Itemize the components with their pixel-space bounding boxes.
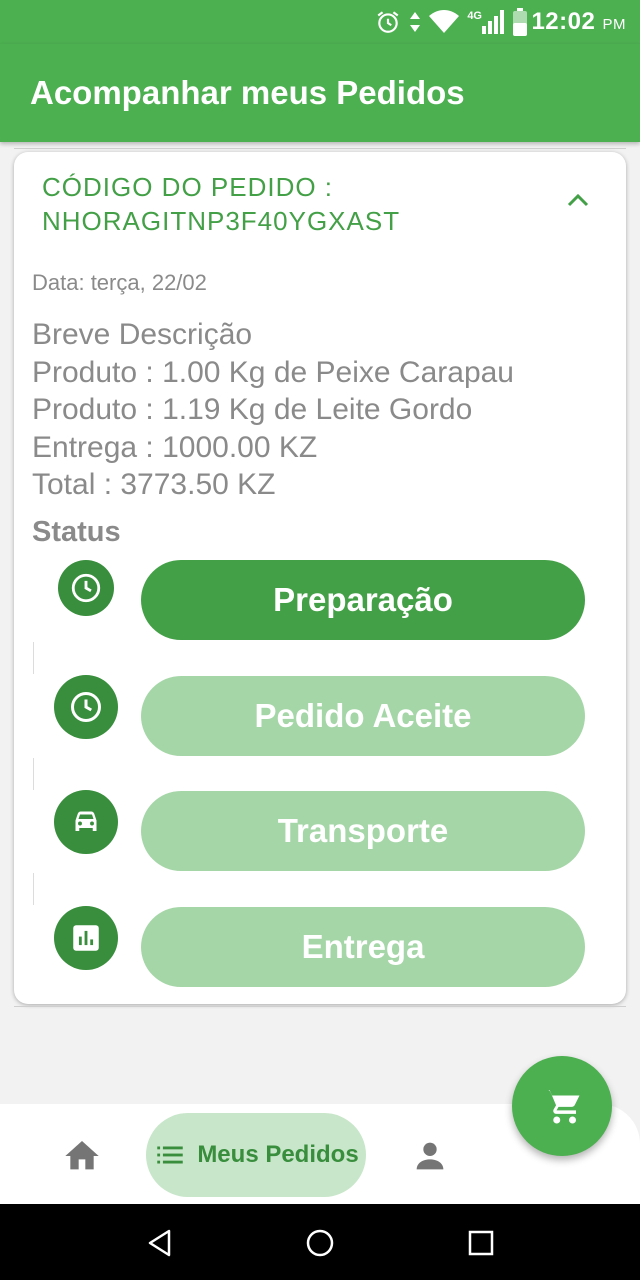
data-arrows-icon [410,12,421,32]
status-icons: 4G [375,8,528,36]
step-transporte-button[interactable]: Transporte [141,791,585,871]
recents-icon[interactable] [466,1228,496,1258]
clock-icon [71,692,101,722]
clock-icon [71,573,101,603]
nav-item-meus-pedidos[interactable]: Meus Pedidos [146,1113,366,1197]
order-date: Data: terça, 22/02 [32,270,207,295]
car-icon [75,811,97,831]
app-bar: Acompanhar meus Pedidos [0,44,640,142]
wifi-icon [429,10,460,33]
page-title: Acompanhar meus Pedidos [30,74,465,111]
cart-fab-button[interactable] [512,1056,612,1156]
step-entrega-icon [54,906,118,970]
description-line: Produto : 1.00 Kg de Peixe Carapau [32,355,514,389]
step-transporte-icon [54,790,118,854]
status-title: Status [32,516,121,548]
step-pedido-aceite-button[interactable]: Pedido Aceite [141,676,585,756]
step-connector [33,642,34,674]
battery-icon [513,8,527,36]
order-code-value: NHORAGITNP3F40YGXAST [42,206,401,236]
person-icon[interactable] [410,1136,450,1176]
step-connector [33,758,34,790]
divider [14,148,626,149]
chevron-up-icon[interactable] [566,188,590,212]
system-nav-bar [0,1204,640,1280]
step-preparacao-button[interactable]: Preparação [141,560,585,640]
signal-icon [482,10,504,34]
home-circle-icon[interactable] [305,1228,335,1258]
back-icon[interactable] [145,1228,175,1258]
order-card: CÓDIGO DO PEDIDO : NHORAGITNP3F40YGXAST … [14,152,626,1004]
step-entrega-button[interactable]: Entrega [141,907,585,987]
order-description: Breve Descrição Produto : 1.00 Kg de Pei… [32,316,514,504]
bar-chart-icon [73,925,99,951]
description-line: Produto : 1.19 Kg de Leite Gordo [32,393,473,426]
nav-item-label: Meus Pedidos [197,1141,359,1168]
clock: 12:02 PM [531,8,626,35]
step-connector [33,873,34,905]
alarm-icon [377,11,399,33]
cart-icon [544,1090,580,1124]
list-icon [157,1146,184,1164]
order-code-label: CÓDIGO DO PEDIDO : [42,172,334,202]
divider [14,1006,626,1007]
order-code-header[interactable]: CÓDIGO DO PEDIDO : NHORAGITNP3F40YGXAST [42,170,400,238]
status-bar: 4G 12:02 PM [0,0,640,44]
description-title: Breve Descrição [32,318,253,351]
step-preparacao-icon [58,560,114,616]
step-pedido-aceite-icon [54,675,118,739]
home-icon[interactable] [62,1136,102,1176]
description-line: Total : 3773.50 KZ [32,468,276,501]
network-type: 4G [467,10,482,22]
description-line: Entrega : 1000.00 KZ [32,430,318,464]
